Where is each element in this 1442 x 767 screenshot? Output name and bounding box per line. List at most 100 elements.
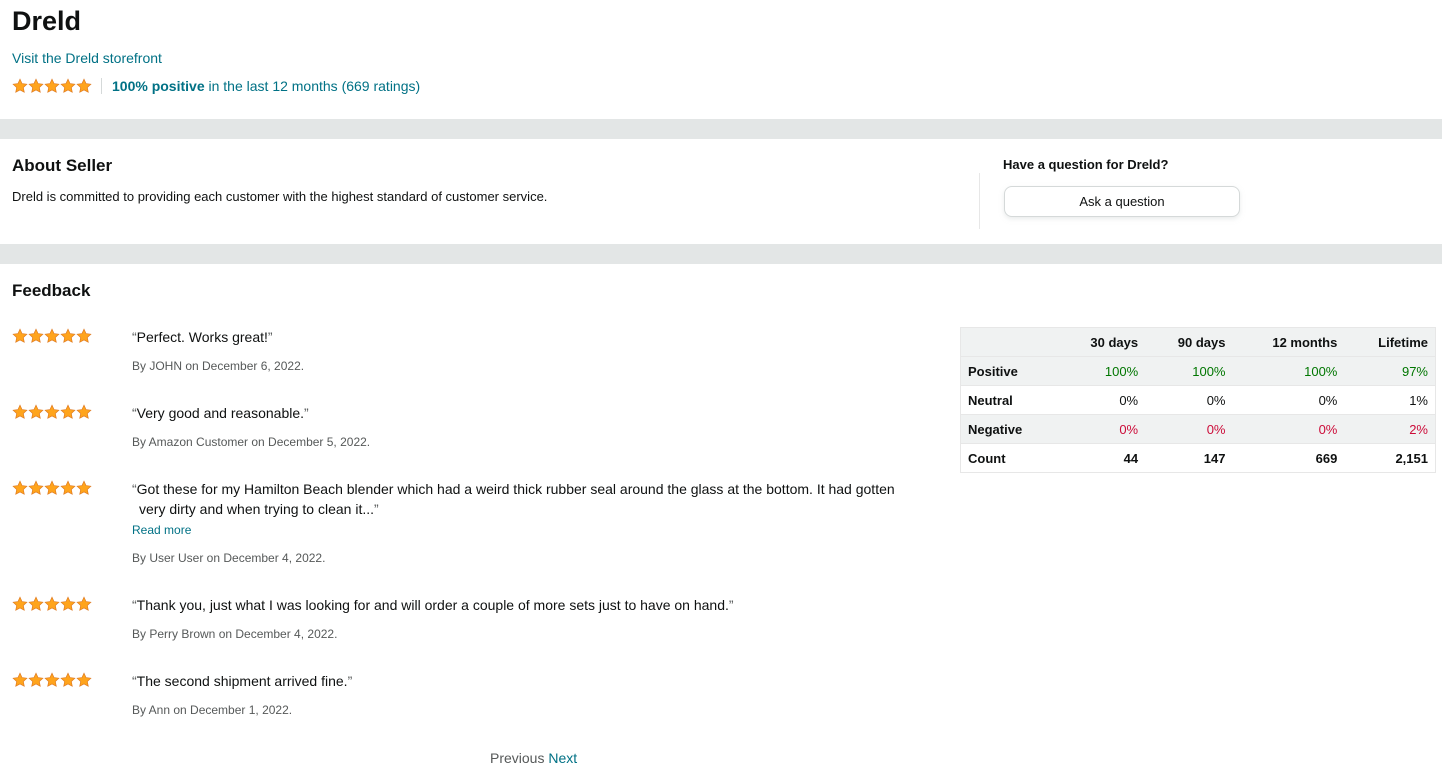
star-icon (60, 672, 76, 688)
feedback-stats-table: 30 days 90 days 12 months Lifetime Posit… (960, 327, 1436, 473)
table-header-row: 30 days 90 days 12 months Lifetime (960, 327, 1436, 357)
review-byline: By Perry Brown on December 4, 2022. (132, 627, 338, 641)
star-icon (12, 672, 28, 688)
table-row: Positive 100% 100% 100% 97% (960, 356, 1436, 386)
star-icon (28, 404, 44, 420)
column-header: 30 days (1057, 327, 1146, 357)
star-rating (12, 403, 92, 421)
star-icon (28, 672, 44, 688)
column-header: Lifetime (1344, 327, 1436, 357)
star-icon (60, 78, 76, 94)
star-icon (76, 480, 92, 496)
star-icon (76, 596, 92, 612)
review-text: Perfect. Works great! (136, 329, 268, 345)
star-rating (12, 77, 92, 95)
column-header (960, 327, 1058, 357)
table-cell: 0% (1057, 414, 1146, 444)
table-cell: 100% (1232, 356, 1345, 386)
table-cell: 0% (1057, 385, 1146, 415)
rating-percent: 100% positive (112, 78, 205, 94)
section-divider (0, 119, 1442, 139)
row-label: Count (960, 443, 1058, 473)
table-cell: 2,151 (1344, 443, 1436, 473)
previous-link: Previous (490, 750, 545, 766)
star-rating (12, 479, 92, 497)
table-cell: 97% (1344, 356, 1436, 386)
star-icon (76, 328, 92, 344)
table-cell: 2% (1344, 414, 1436, 444)
star-icon (44, 596, 60, 612)
table-cell: 0% (1145, 414, 1233, 444)
ask-question-button[interactable]: Ask a question (1004, 186, 1240, 217)
table-cell: 669 (1232, 443, 1345, 473)
star-icon (44, 672, 60, 688)
table-cell: 100% (1057, 356, 1146, 386)
review-text: Very good and reasonable. (136, 405, 305, 421)
about-seller-text: Dreld is committed to providing each cus… (12, 189, 548, 204)
review-quote: “Thank you, just what I was looking for … (132, 595, 932, 615)
review-text: The second shipment arrived fine. (136, 673, 348, 689)
table-cell: 44 (1057, 443, 1146, 473)
storefront-link[interactable]: Visit the Dreld storefront (12, 49, 162, 67)
star-icon (76, 78, 92, 94)
review-quote: “The second shipment arrived fine.” (132, 671, 932, 691)
section-divider (0, 244, 1442, 264)
star-rating (12, 671, 92, 689)
star-icon (12, 480, 28, 496)
rating-divider (101, 78, 102, 94)
star-icon (60, 404, 76, 420)
star-icon (44, 404, 60, 420)
table-cell: 147 (1145, 443, 1233, 473)
star-icon (76, 404, 92, 420)
star-icon (12, 328, 28, 344)
review-byline: By User User on December 4, 2022. (132, 551, 326, 565)
star-icon (12, 404, 28, 420)
star-icon (60, 328, 76, 344)
star-icon (28, 480, 44, 496)
table-cell: 1% (1344, 385, 1436, 415)
table-cell: 0% (1232, 414, 1345, 444)
review-quote: “Perfect. Works great!” (132, 327, 932, 347)
question-title: Have a question for Dreld? (1003, 157, 1169, 172)
row-label: Positive (960, 356, 1058, 386)
star-icon (60, 596, 76, 612)
table-cell: 0% (1232, 385, 1345, 415)
table-cell: 0% (1145, 385, 1233, 415)
seller-rating: 100% positive in the last 12 months (669… (12, 76, 420, 96)
vertical-divider (979, 173, 980, 229)
table-row: Count 44 147 669 2,151 (960, 443, 1436, 473)
star-icon (12, 78, 28, 94)
review-byline: By JOHN on December 6, 2022. (132, 359, 305, 373)
close-quote-mark: ” (304, 405, 309, 421)
about-seller-title: About Seller (12, 156, 113, 175)
star-icon (60, 480, 76, 496)
review-quote: “Very good and reasonable.” (132, 403, 932, 423)
column-header: 12 months (1232, 327, 1345, 357)
feedback-title: Feedback (12, 281, 91, 300)
next-link[interactable]: Next (548, 750, 577, 766)
star-icon (28, 78, 44, 94)
table-row: Neutral 0% 0% 0% 1% (960, 385, 1436, 415)
star-icon (44, 78, 60, 94)
star-icon (12, 596, 28, 612)
star-icon (28, 596, 44, 612)
read-more-link[interactable]: Read more (132, 522, 191, 538)
review-text: Got these for my Hamilton Beach blender … (136, 481, 895, 497)
column-header: 90 days (1145, 327, 1233, 357)
review-byline: By Ann on December 1, 2022. (132, 703, 293, 717)
star-icon (44, 328, 60, 344)
seller-name: Dreld (12, 6, 82, 36)
row-label: Neutral (960, 385, 1058, 415)
close-quote-mark: ” (374, 501, 379, 517)
review-quote: “Got these for my Hamilton Beach blender… (132, 479, 932, 519)
row-label: Negative (960, 414, 1058, 444)
rating-summary-link[interactable]: 100% positive in the last 12 months (669… (112, 78, 420, 94)
rating-period: in the last 12 months (669 ratings) (204, 78, 421, 94)
close-quote-mark: ” (728, 597, 734, 613)
star-rating (12, 595, 92, 613)
close-quote-mark: ” (347, 673, 353, 689)
pagination: Previous Next (490, 749, 577, 767)
star-icon (76, 672, 92, 688)
star-icon (28, 328, 44, 344)
table-row: Negative 0% 0% 0% 2% (960, 414, 1436, 444)
